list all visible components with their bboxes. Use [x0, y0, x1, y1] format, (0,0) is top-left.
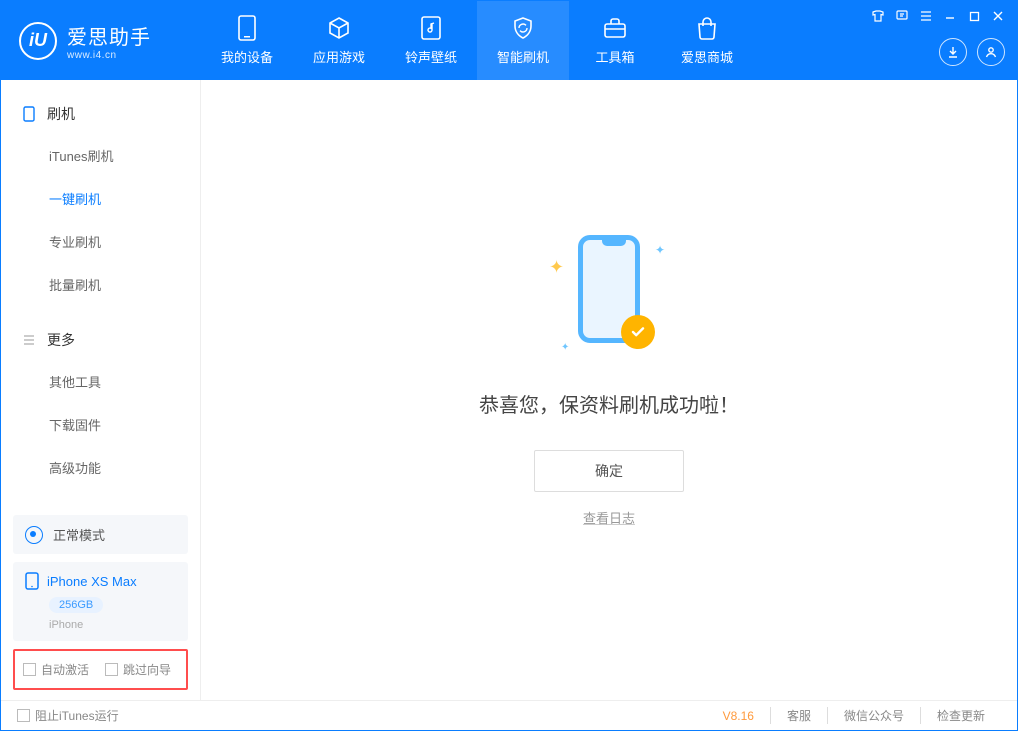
nav-tab-apps[interactable]: 应用游戏 — [293, 1, 385, 80]
sidebar-bottom: 正常模式 iPhone XS Max 256GB iPhone 自动激活 — [1, 515, 200, 700]
sidebar-item-advanced[interactable]: 高级功能 — [1, 446, 200, 489]
mode-icon — [25, 526, 43, 544]
app-subtitle: www.i4.cn — [67, 50, 151, 61]
header: iU 爱思助手 www.i4.cn 我的设备 应用游戏 铃声壁纸 — [1, 1, 1017, 80]
phone-small-icon — [25, 572, 39, 590]
logo-area: iU 爱思助手 www.i4.cn — [1, 21, 201, 61]
result-message: 恭喜您，保资料刷机成功啦！ — [479, 389, 739, 418]
check-badge-icon — [621, 315, 655, 349]
skin-icon[interactable] — [867, 7, 889, 25]
logo-text: 爱思助手 www.i4.cn — [67, 21, 151, 61]
app-logo-icon: iU — [19, 22, 57, 60]
sidebar-section-more: 更多 其他工具 下载固件 高级功能 — [1, 306, 200, 489]
checkbox-icon — [23, 663, 36, 676]
minimize-button[interactable] — [939, 7, 961, 25]
sidebar-heading-flash: 刷机 — [1, 94, 200, 134]
footer-right: V8.16 客服 微信公众号 检查更新 — [723, 707, 1001, 724]
footer-link-update[interactable]: 检查更新 — [920, 707, 1001, 724]
device-storage-badge: 256GB — [49, 597, 103, 613]
footer: 阻止iTunes运行 V8.16 客服 微信公众号 检查更新 — [1, 700, 1017, 730]
device-info[interactable]: iPhone XS Max 256GB iPhone — [13, 562, 188, 641]
shield-sync-icon — [510, 15, 536, 41]
download-button[interactable] — [939, 38, 967, 66]
bag-icon — [694, 15, 720, 41]
sparkle-icon: ✦ — [549, 257, 564, 278]
version-label: V8.16 — [723, 709, 754, 723]
checkbox-auto-activate[interactable]: 自动激活 — [23, 661, 89, 678]
device-name: iPhone XS Max — [47, 574, 137, 589]
body: 刷机 iTunes刷机 一键刷机 专业刷机 批量刷机 更多 其他工具 下载固件 … — [1, 80, 1017, 700]
close-button[interactable] — [987, 7, 1009, 25]
nav-label: 应用游戏 — [313, 47, 365, 66]
mode-label: 正常模式 — [53, 525, 105, 544]
heading-label: 刷机 — [47, 104, 75, 124]
nav-tab-ringtone[interactable]: 铃声壁纸 — [385, 1, 477, 80]
music-file-icon — [418, 15, 444, 41]
footer-left: 阻止iTunes运行 — [17, 707, 119, 724]
header-action-circles — [939, 38, 1005, 66]
nav-tab-store[interactable]: 爱思商城 — [661, 1, 753, 80]
sidebar-item-othertools[interactable]: 其他工具 — [1, 360, 200, 403]
nav-tab-mydevice[interactable]: 我的设备 — [201, 1, 293, 80]
list-icon — [21, 332, 37, 348]
sidebar-item-batch-flash[interactable]: 批量刷机 — [1, 263, 200, 306]
confirm-button[interactable]: 确定 — [534, 450, 684, 492]
success-illustration: ✦ ✦ ✦ — [539, 223, 679, 363]
nav-label: 我的设备 — [221, 47, 273, 66]
feedback-icon[interactable] — [891, 7, 913, 25]
device-small-icon — [21, 106, 37, 122]
view-log-link[interactable]: 查看日志 — [583, 508, 635, 527]
checkbox-icon — [17, 709, 30, 722]
nav-label: 工具箱 — [595, 47, 634, 66]
nav-tab-toolbox[interactable]: 工具箱 — [569, 1, 661, 80]
checkbox-label: 阻止iTunes运行 — [35, 707, 119, 724]
device-type: iPhone — [49, 619, 176, 631]
result-panel: ✦ ✦ ✦ 恭喜您，保资料刷机成功啦！ 确定 查看日志 — [479, 223, 739, 527]
account-button[interactable] — [977, 38, 1005, 66]
sidebar-item-pro-flash[interactable]: 专业刷机 — [1, 220, 200, 263]
highlighted-checkbox-row: 自动激活 跳过向导 — [13, 649, 188, 690]
toolbox-icon — [602, 15, 628, 41]
phone-notch — [602, 240, 626, 246]
sparkle-icon: ✦ — [655, 243, 665, 257]
nav-label: 智能刷机 — [497, 47, 549, 66]
heading-label: 更多 — [47, 330, 75, 350]
footer-link-wechat[interactable]: 微信公众号 — [827, 707, 920, 724]
sidebar: 刷机 iTunes刷机 一键刷机 专业刷机 批量刷机 更多 其他工具 下载固件 … — [1, 80, 201, 700]
main-content: ✦ ✦ ✦ 恭喜您，保资料刷机成功啦！ 确定 查看日志 — [201, 80, 1017, 700]
sidebar-section-flash: 刷机 iTunes刷机 一键刷机 专业刷机 批量刷机 — [1, 80, 200, 306]
sidebar-item-oneclick-flash[interactable]: 一键刷机 — [1, 177, 200, 220]
nav-label: 铃声壁纸 — [405, 47, 457, 66]
checkbox-block-itunes[interactable]: 阻止iTunes运行 — [17, 707, 119, 724]
header-right — [857, 1, 1017, 80]
sidebar-item-itunes-flash[interactable]: iTunes刷机 — [1, 134, 200, 177]
nav-label: 爱思商城 — [681, 47, 733, 66]
checkbox-skip-guide[interactable]: 跳过向导 — [105, 661, 171, 678]
sidebar-heading-more: 更多 — [1, 320, 200, 360]
checkbox-label: 自动激活 — [41, 661, 89, 678]
checkbox-icon — [105, 663, 118, 676]
cube-icon — [326, 15, 352, 41]
menu-icon[interactable] — [915, 7, 937, 25]
phone-icon — [234, 15, 260, 41]
maximize-button[interactable] — [963, 7, 985, 25]
nav-tabs: 我的设备 应用游戏 铃声壁纸 智能刷机 工具箱 — [201, 1, 753, 80]
app-title: 爱思助手 — [67, 21, 151, 50]
mode-status[interactable]: 正常模式 — [13, 515, 188, 554]
checkbox-label: 跳过向导 — [123, 661, 171, 678]
nav-tab-flash[interactable]: 智能刷机 — [477, 1, 569, 80]
sparkle-icon: ✦ — [561, 342, 569, 353]
sidebar-item-download-firmware[interactable]: 下载固件 — [1, 403, 200, 446]
footer-link-support[interactable]: 客服 — [770, 707, 827, 724]
window-controls — [867, 7, 1009, 25]
device-name-row: iPhone XS Max — [25, 572, 176, 590]
